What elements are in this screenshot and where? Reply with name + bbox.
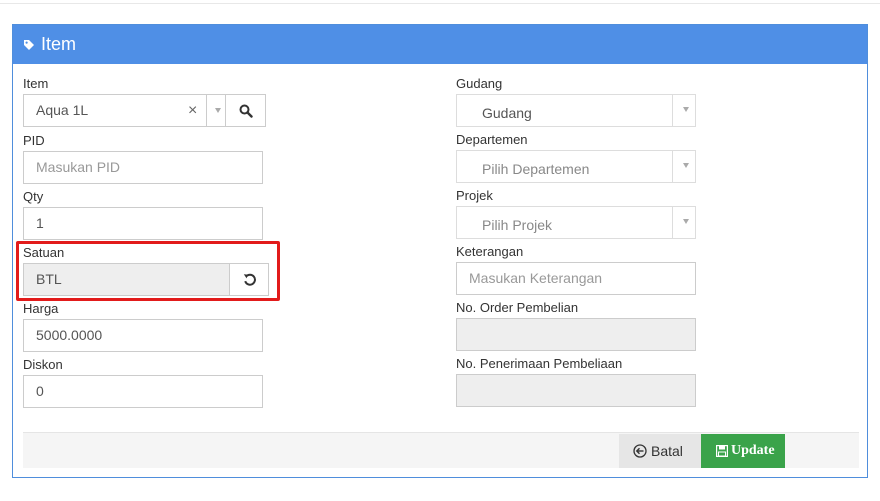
pid-input[interactable]: Masukan PID (23, 151, 263, 184)
projek-select-placeholder: Pilih Projek (482, 217, 553, 233)
gudang-select[interactable]: Gudang (456, 94, 696, 127)
top-divider (0, 3, 880, 4)
order-pembelian-label: No. Order Pembelian (456, 300, 579, 315)
penerimaan-pembelian-input (456, 374, 696, 407)
chevron-down-icon (683, 219, 689, 224)
chevron-down-icon (215, 108, 221, 113)
harga-label: Harga (23, 301, 59, 316)
chevron-down-icon (683, 107, 689, 112)
batal-button[interactable]: Batal (619, 434, 701, 468)
diskon-input[interactable]: 0 (23, 375, 263, 408)
gudang-label: Gudang (456, 76, 503, 91)
chevron-down-icon (683, 163, 689, 168)
item-select[interactable]: Aqua 1L × (23, 94, 226, 127)
update-button[interactable]: Update (701, 434, 785, 468)
departemen-select-placeholder: Pilih Departemen (482, 161, 590, 177)
select-separator (672, 151, 673, 182)
diskon-label: Diskon (23, 357, 63, 372)
departemen-select[interactable]: Pilih Departemen (456, 150, 696, 183)
batal-label: Batal (651, 443, 683, 459)
select-separator (206, 95, 207, 126)
item-label: Item (23, 76, 49, 91)
penerimaan-pembelian-label: No. Penerimaan Pembeliaan (456, 356, 623, 371)
floppy-icon (716, 445, 728, 457)
panel-title: Item (41, 34, 77, 54)
satuan-highlight-box (16, 241, 280, 301)
projek-select[interactable]: Pilih Projek (456, 206, 696, 239)
keterangan-input[interactable]: Masukan Keterangan (456, 262, 696, 295)
departemen-label: Departemen (456, 132, 528, 147)
back-arrow-icon (633, 444, 647, 458)
panel-footer: Batal Update (23, 432, 859, 468)
qty-label: Qty (23, 189, 44, 204)
item-search-button[interactable] (225, 94, 266, 127)
item-select-value: Aqua 1L (36, 102, 89, 118)
select-separator (672, 95, 673, 126)
order-pembelian-input (456, 318, 696, 351)
item-clear-icon[interactable]: × (188, 95, 197, 126)
panel-header: Item (13, 25, 867, 64)
gudang-select-value: Gudang (482, 105, 532, 121)
qty-input[interactable]: 1 (23, 207, 263, 240)
projek-label: Projek (456, 188, 493, 203)
pid-label: PID (23, 133, 45, 148)
harga-input[interactable]: 5000.0000 (23, 319, 263, 352)
search-icon (239, 104, 253, 118)
tag-icon (24, 40, 34, 50)
select-separator (672, 207, 673, 238)
keterangan-label: Keterangan (456, 244, 524, 259)
update-label: Update (731, 443, 775, 458)
